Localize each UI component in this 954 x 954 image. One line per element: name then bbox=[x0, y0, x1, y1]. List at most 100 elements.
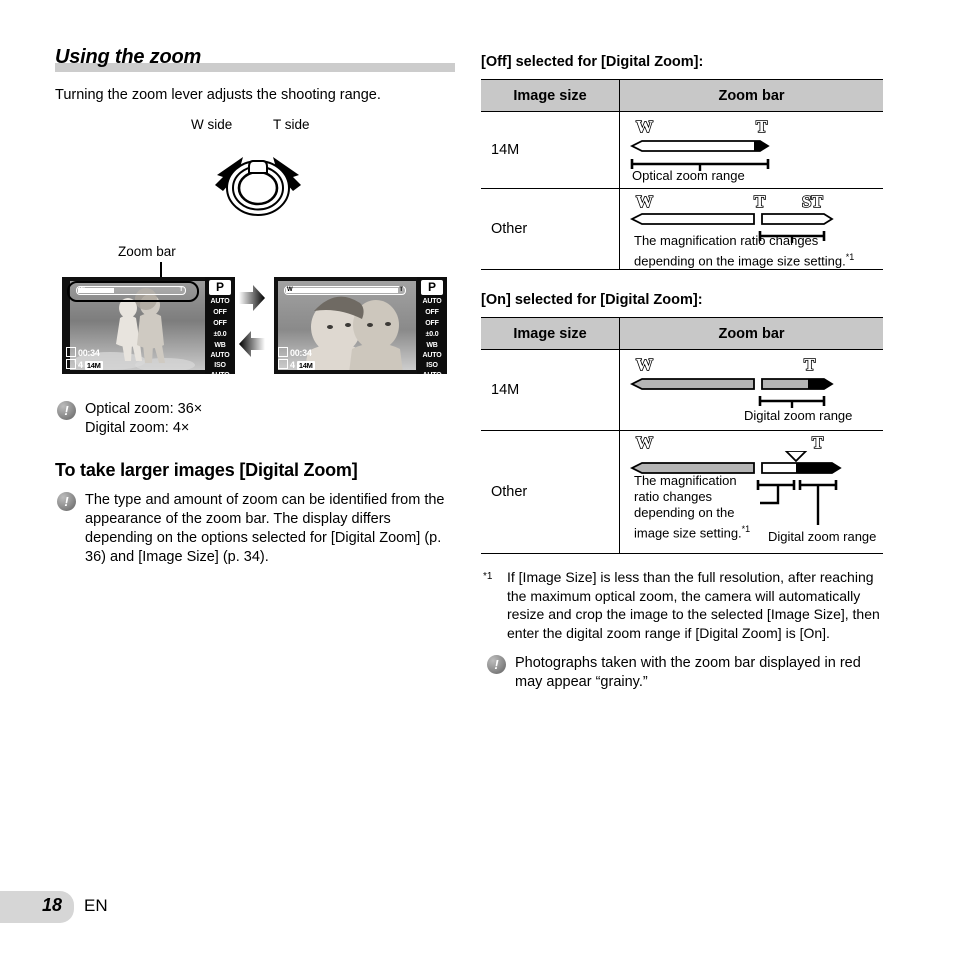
osd-macro-setting-tele: OFF bbox=[425, 309, 439, 316]
zoom-bar-diagram-off-14m: W T Optical zoom range bbox=[620, 112, 883, 188]
osd-flash-setting: AUTO bbox=[210, 298, 230, 305]
page-number-badge: 18 bbox=[0, 891, 74, 923]
zoom-direction-arrows bbox=[239, 285, 265, 357]
camera-screen-tele: W T P AUTO OFF OFF ±0.0 WB AUTO ISO AUTO… bbox=[274, 277, 447, 374]
section-heading: Using the zoom bbox=[55, 46, 455, 72]
marker-t: T bbox=[755, 117, 768, 136]
camera-screens-figure: Zoom bar W T P AUTO OFF OFF ±0.0 WB AUTO… bbox=[55, 244, 455, 384]
marker-w: W bbox=[635, 355, 654, 374]
zoom-bar-diagram-off-other: W T ST The magnification ratio changes d… bbox=[620, 189, 883, 269]
osd-shot-count-tele: 4 bbox=[290, 360, 295, 370]
table-header-row: Image size Zoom bar bbox=[481, 317, 883, 350]
left-column: Using the zoom Turning the zoom lever ad… bbox=[55, 0, 455, 567]
header-image-size: Image size bbox=[481, 79, 620, 112]
lcd-zoom-w-marker-tele: W bbox=[287, 287, 293, 293]
marker-w: W bbox=[635, 433, 654, 452]
osd-sidebar-tele: P AUTO OFF OFF ±0.0 WB AUTO ISO AUTO bbox=[417, 277, 447, 374]
w-side-label: W side bbox=[191, 117, 233, 132]
osd-iso-value: AUTO bbox=[211, 372, 230, 374]
cell-image-size-14m-2: 14M bbox=[481, 349, 620, 431]
marker-w: W bbox=[635, 117, 654, 136]
exclamation-icon: ! bbox=[57, 401, 76, 420]
lcd-zoom-bar-wide: W T bbox=[76, 286, 186, 295]
zoom-bar-diagram-on-14m: W T Digital zoom range bbox=[620, 350, 883, 430]
zoom-bar-diagram-on-other: W T The magnification ratio changes depe… bbox=[620, 431, 883, 553]
osd-image-size-chip: 14M bbox=[84, 361, 103, 370]
header-image-size-2: Image size bbox=[481, 317, 620, 350]
marker-st: ST bbox=[801, 192, 823, 211]
osd-macro-setting: OFF bbox=[213, 309, 227, 316]
movie-icon-tele bbox=[278, 347, 288, 357]
marker-w: W bbox=[635, 192, 654, 211]
table-header-row: Image size Zoom bar bbox=[481, 79, 883, 112]
page-footer: 18 EN bbox=[0, 891, 954, 923]
inline-note-magnification: The magnification ratio changes dependin… bbox=[634, 233, 874, 269]
osd-shot-count-row: 4 14M bbox=[66, 359, 103, 370]
movie-icon bbox=[66, 347, 76, 357]
cell-zoom-bar-on-14m: W T Digital zoom range bbox=[619, 349, 883, 431]
zoom-bar-table-on: Image size Zoom bar 14M W T Digital zoom… bbox=[481, 317, 883, 554]
table-1-caption: [Off] selected for [Digital Zoom]: bbox=[481, 54, 704, 70]
osd-selftimer-setting-tele: OFF bbox=[425, 320, 439, 327]
optical-zoom-spec: Optical zoom: 36× bbox=[85, 401, 203, 417]
inline-note-text-2: The magnification ratio changes dependin… bbox=[634, 473, 742, 541]
footnote-text: If [Image Size] is less than the full re… bbox=[507, 569, 880, 641]
osd-sidebar-wide: P AUTO OFF OFF ±0.0 WB AUTO ISO AUTO bbox=[205, 277, 235, 374]
camera-screen-wide: W T P AUTO OFF OFF ±0.0 WB AUTO ISO AUTO… bbox=[62, 277, 235, 374]
digital-zoom-note: ! The type and amount of zoom can be ide… bbox=[55, 491, 455, 567]
footnote-ref-2: *1 bbox=[741, 524, 751, 534]
zoom-lever-diagram: W side T side bbox=[55, 117, 455, 222]
osd-movie-time: 00:34 bbox=[78, 348, 100, 358]
osd-shooting-mode-tele: P bbox=[421, 280, 443, 295]
inline-note-text: The magnification ratio changes dependin… bbox=[634, 233, 846, 269]
osd-flash-setting-tele: AUTO bbox=[422, 298, 442, 305]
osd-iso-value-tele: AUTO bbox=[423, 372, 442, 374]
osd-movie-time-row-tele: 00:34 bbox=[278, 347, 312, 358]
inline-note-magnification-2: The magnification ratio changes dependin… bbox=[634, 473, 762, 541]
cell-zoom-bar-off-other: W T ST The magnification ratio changes d… bbox=[619, 188, 883, 270]
cell-image-size-other: Other bbox=[481, 188, 620, 270]
header-zoom-bar-2: Zoom bar bbox=[619, 317, 883, 350]
osd-white-balance-label-tele: WB bbox=[426, 342, 438, 349]
cell-image-size-other-2: Other bbox=[481, 430, 620, 554]
marker-t: T bbox=[753, 192, 766, 211]
right-column: [Off] selected for [Digital Zoom]: Image… bbox=[481, 0, 883, 692]
cell-zoom-bar-off-14m: W T Optical zoom range bbox=[619, 111, 883, 189]
osd-iso-label: ISO bbox=[214, 362, 226, 369]
osd-selftimer-setting: OFF bbox=[213, 320, 227, 327]
osd-white-balance-label: WB bbox=[214, 342, 226, 349]
grainy-warning-note: ! Photographs taken with the zoom bar di… bbox=[481, 654, 883, 692]
still-image-icon-tele bbox=[278, 359, 288, 369]
cell-image-size-14m: 14M bbox=[481, 111, 620, 189]
table-row: Other W T The magnification ratio change… bbox=[481, 430, 883, 554]
digital-zoom-note-text: The type and amount of zoom can be ident… bbox=[85, 492, 445, 565]
osd-exposure-compensation: ±0.0 bbox=[213, 331, 227, 338]
cell-zoom-bar-on-other: W T The magnification ratio changes depe… bbox=[619, 430, 883, 554]
header-zoom-bar: Zoom bar bbox=[619, 79, 883, 112]
table-row: 14M W T Digital zoom range bbox=[481, 349, 883, 431]
osd-white-balance-value-tele: AUTO bbox=[422, 352, 442, 359]
exclamation-icon-2: ! bbox=[57, 492, 76, 511]
osd-movie-time-tele: 00:34 bbox=[290, 348, 312, 358]
lcd-zoom-t-marker-tele: T bbox=[399, 287, 403, 293]
footnote-marker: *1 bbox=[483, 571, 493, 582]
page-number: 18 bbox=[41, 895, 62, 915]
t-side-label: T side bbox=[273, 117, 310, 132]
osd-white-balance-value: AUTO bbox=[210, 352, 230, 359]
zoom-lever-icon bbox=[215, 157, 301, 216]
page-title: Using the zoom bbox=[55, 46, 202, 68]
table-row: 14M W T Optical zoom range bbox=[481, 111, 883, 189]
osd-shooting-mode: P bbox=[209, 280, 231, 295]
footnote-ref: *1 bbox=[845, 252, 855, 262]
intro-paragraph: Turning the zoom lever adjusts the shoot… bbox=[55, 87, 381, 103]
osd-iso-label-tele: ISO bbox=[426, 362, 438, 369]
marker-t: T bbox=[803, 355, 816, 374]
zoom-bar-table-off: Image size Zoom bar 14M W T Optical zoom… bbox=[481, 79, 883, 270]
osd-shot-count: 4 bbox=[78, 360, 83, 370]
digital-zoom-spec: Digital zoom: 4× bbox=[85, 420, 190, 436]
table-2-caption: [On] selected for [Digital Zoom]: bbox=[481, 292, 703, 308]
range-label-digital: Digital zoom range bbox=[744, 408, 853, 423]
lcd-zoom-w-marker: W bbox=[79, 287, 85, 293]
lcd-zoom-t-marker: T bbox=[179, 287, 183, 293]
marker-t: T bbox=[811, 433, 824, 452]
